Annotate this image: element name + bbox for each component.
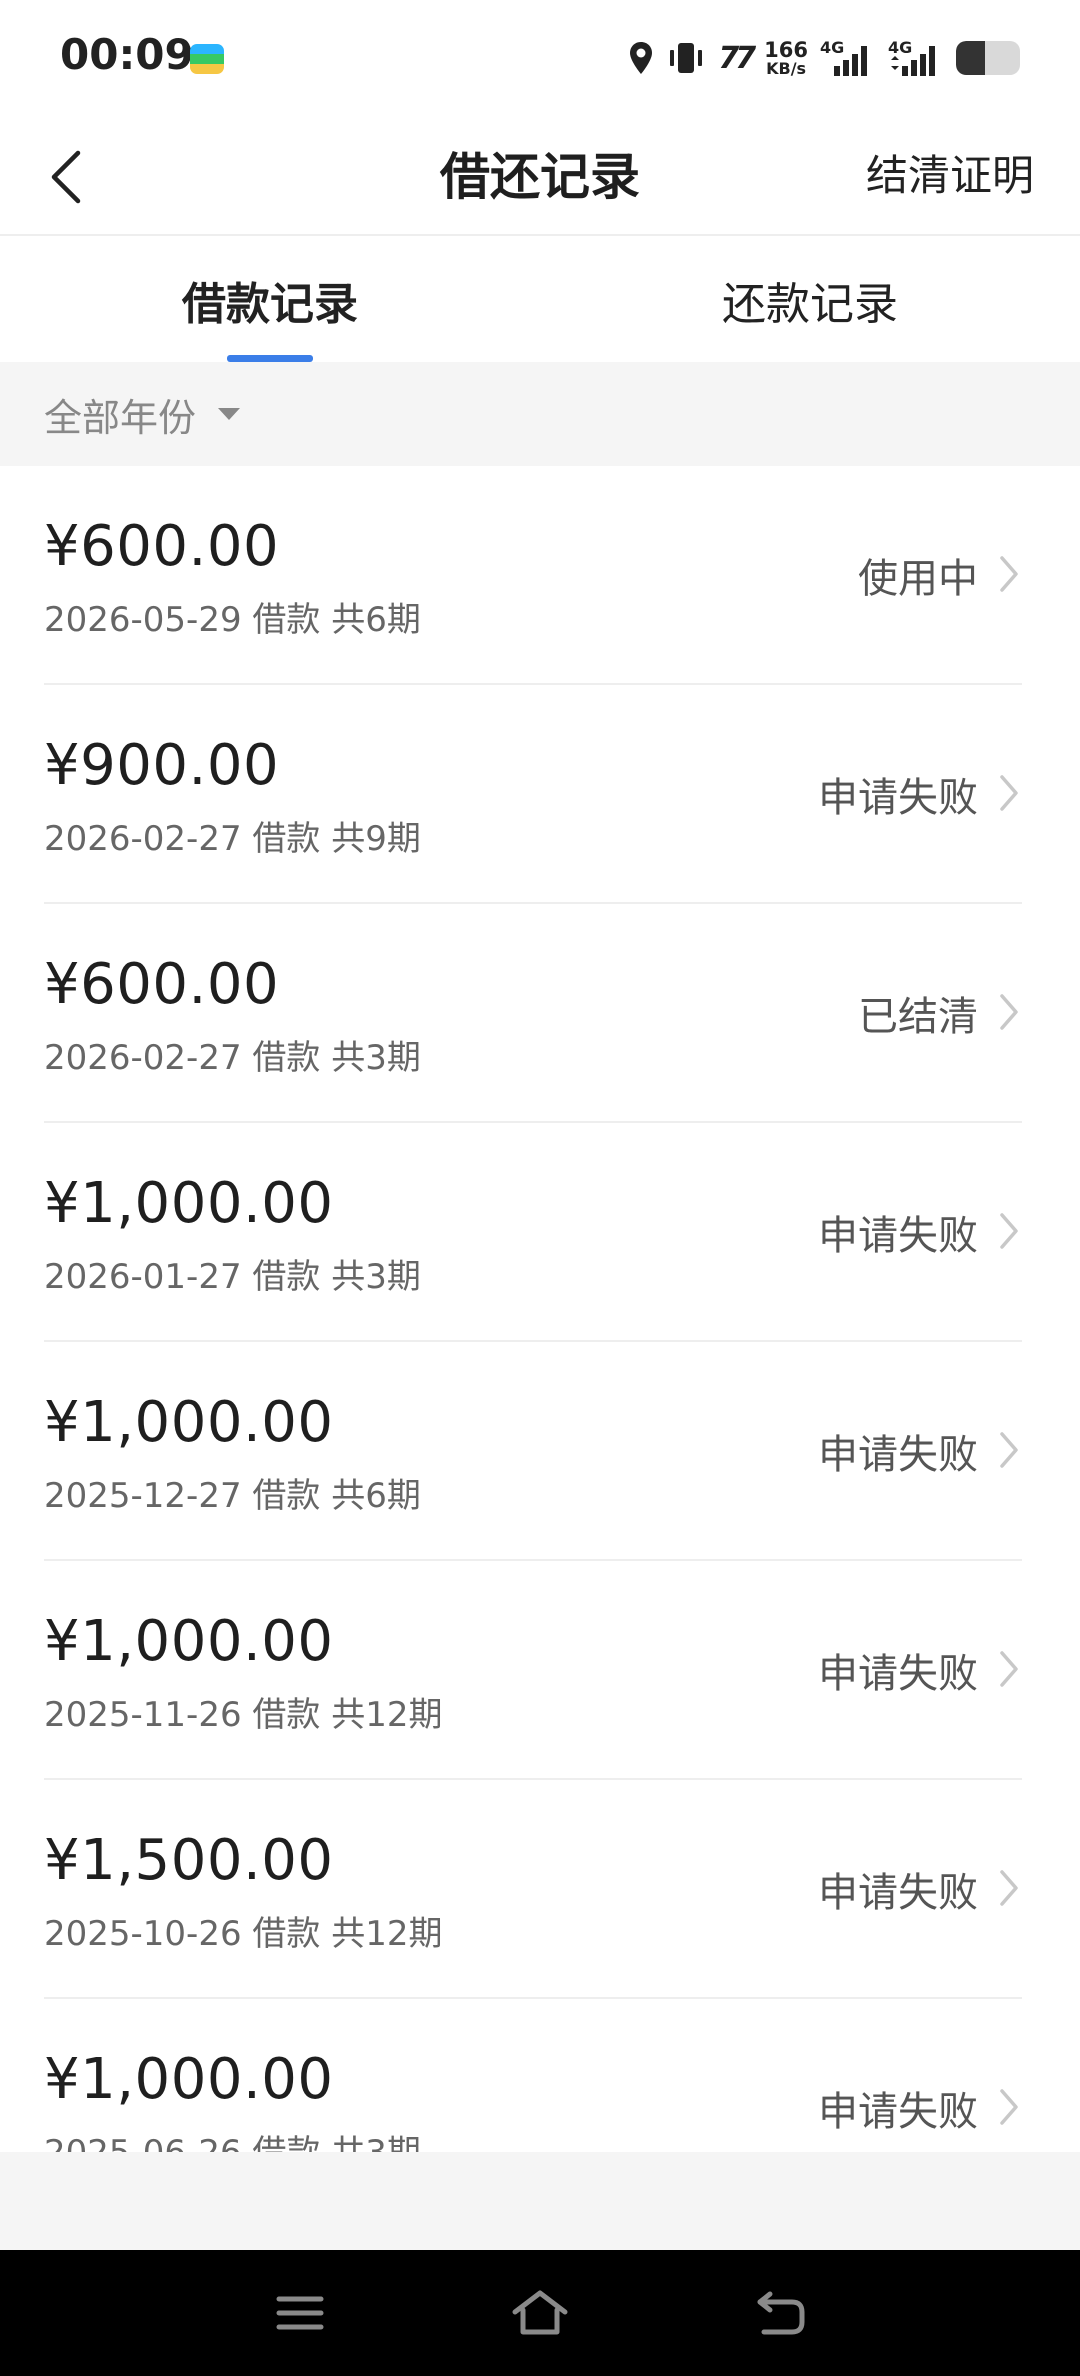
dropdown-arrow-icon [218,408,241,420]
year-filter-bar: 全部年份 [0,362,1080,466]
nfc-icon: 77 [718,40,756,76]
loan-status: 使用中 [858,556,978,602]
battery-icon [956,41,1020,75]
loan-amount: ¥1,000.00 [44,2047,334,2112]
loan-meta: 2026-02-27 借款 共3期 [44,1038,421,1078]
loan-amount: ¥600.00 [44,514,280,579]
chevron-right-icon [1000,2089,1018,2125]
app-header: 借还记录 结清证明 [0,120,1080,236]
loan-meta: 2026-02-27 借款 共9期 [44,819,421,859]
year-filter-dropdown[interactable]: 全部年份 [44,387,196,442]
loan-status: 申请失败 [818,1213,978,1259]
tab-label: 还款记录 [722,279,898,330]
return-icon [757,2291,805,2335]
list-item[interactable]: ¥1,000.00 2025-06-26 借款 共3期 申请失败 [44,1999,1022,2152]
chevron-right-icon [1000,1213,1018,1249]
chevron-right-icon [1000,1432,1018,1468]
home-button[interactable] [505,2280,575,2346]
list-item[interactable]: ¥1,000.00 2026-01-27 借款 共3期 申请失败 [44,1123,1022,1342]
battery-fill [956,41,985,75]
list-item[interactable]: ¥1,000.00 2025-11-26 借款 共12期 申请失败 [44,1561,1022,1780]
loan-status: 申请失败 [818,1870,978,1916]
status-bar: 00:09 77 166 KB/s 4G 4G [0,0,1080,120]
loan-record-list: ¥600.00 2026-05-29 借款 共6期 使用中 ¥900.00 20… [0,466,1080,2152]
signal-1: 4G [820,38,876,78]
chevron-right-icon [1000,556,1018,592]
network-speed: 166 KB/s [764,37,808,78]
record-tabs: 借款记录 还款记录 [0,238,1080,362]
status-time: 00:09 [60,30,194,79]
speed-value: 166 [764,37,808,62]
list-item[interactable]: ¥1,000.00 2025-12-27 借款 共6期 申请失败 [44,1342,1022,1561]
menu-button[interactable] [265,2280,335,2346]
list-item[interactable]: ¥600.00 2026-02-27 借款 共3期 已结清 [44,904,1022,1123]
loan-status: 申请失败 [818,1651,978,1697]
loan-amount: ¥1,000.00 [44,1390,334,1455]
loan-meta: 2025-10-26 借款 共12期 [44,1914,443,1954]
speed-unit: KB/s [766,58,807,78]
loan-amount: ¥1,000.00 [44,1171,334,1236]
loan-amount: ¥600.00 [44,952,280,1017]
list-item[interactable]: ¥600.00 2026-05-29 借款 共6期 使用中 [44,466,1022,685]
screen: 00:09 77 166 KB/s 4G 4G 借还记录 结清证明 借款记录 还… [0,0,1080,2376]
loan-status: 申请失败 [818,775,978,821]
active-tab-indicator [227,355,313,362]
back-nav-button[interactable] [745,2280,815,2346]
list-item[interactable]: ¥1,500.00 2025-10-26 借款 共12期 申请失败 [44,1780,1022,1999]
location-icon [630,42,653,74]
chevron-right-icon [1000,1651,1018,1687]
wallet-app-icon [190,44,224,74]
status-icons: 77 166 KB/s 4G 4G [628,36,1020,80]
loan-amount: ¥1,500.00 [44,1828,334,1893]
loan-status: 申请失败 [818,2089,978,2135]
loan-meta: 2025-12-27 借款 共6期 [44,1476,421,1516]
system-nav-bar [0,2250,1080,2376]
loan-meta: 2026-05-29 借款 共6期 [44,600,421,640]
tab-repayment-records[interactable]: 还款记录 [540,238,1080,362]
loan-status: 申请失败 [818,1432,978,1478]
settlement-certificate-button[interactable]: 结清证明 [866,146,1034,206]
loan-meta: 2026-01-27 借款 共3期 [44,1257,421,1297]
chevron-right-icon [1000,1870,1018,1906]
loan-meta: 2025-11-26 借款 共12期 [44,1695,443,1735]
loan-amount: ¥900.00 [44,733,280,798]
loan-status: 已结清 [858,994,978,1040]
list-item[interactable]: ¥900.00 2026-02-27 借款 共9期 申请失败 [44,685,1022,904]
tab-label: 借款记录 [182,279,358,330]
home-icon [512,2290,568,2335]
chevron-right-icon [1000,994,1018,1030]
chevron-right-icon [1000,775,1018,811]
signal-bars-icon [834,46,867,76]
loan-meta: 2025-06-26 借款 共3期 [44,2125,421,2152]
signal-bars-icon [891,46,935,76]
menu-icon [276,2296,324,2330]
vibrate-icon [670,43,703,73]
list-bottom-spacer [0,2152,1080,2250]
tab-loan-records[interactable]: 借款记录 [0,238,540,362]
signal-2: 4G [888,38,944,78]
loan-amount: ¥1,000.00 [44,1609,334,1674]
